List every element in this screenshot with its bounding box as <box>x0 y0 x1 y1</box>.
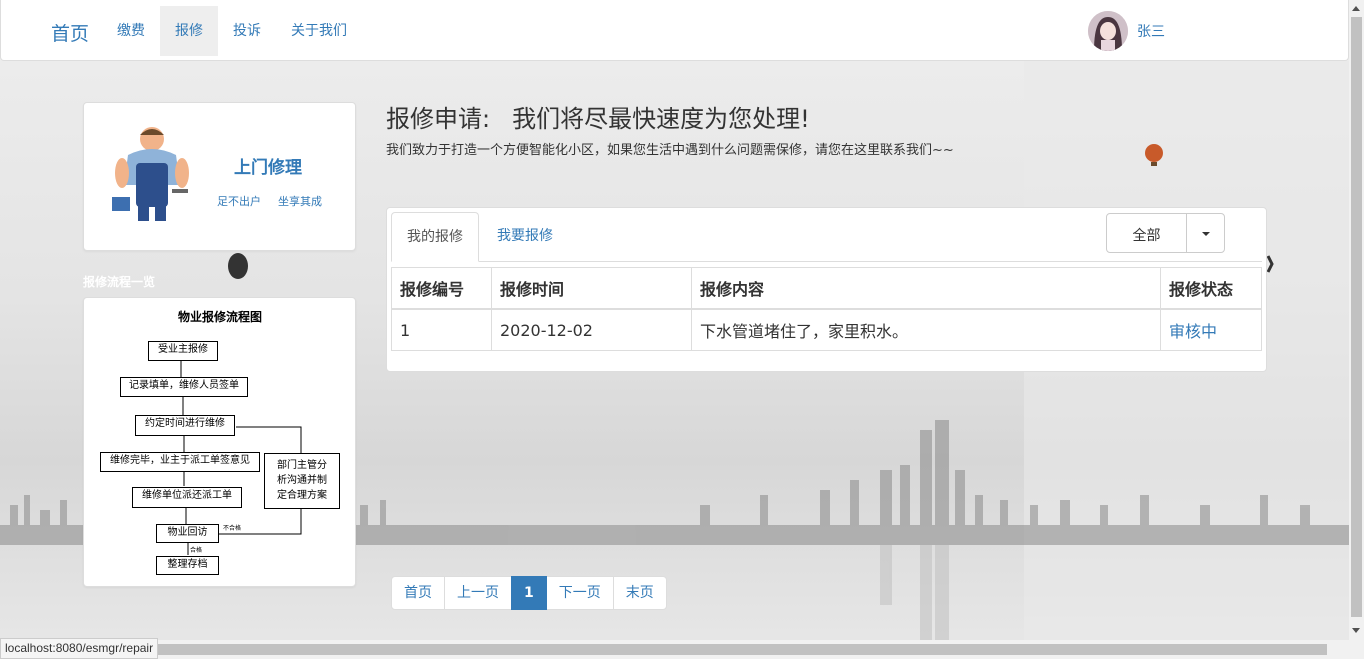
scroll-down-icon[interactable] <box>1352 628 1360 633</box>
flow-not-ok-label: 不合格 <box>223 525 242 532</box>
top-navbar: 首页 缴费 报修 投诉 关于我们 张三 <box>0 0 1349 61</box>
scrollbar-thumb[interactable] <box>17 644 1327 655</box>
page-next-button[interactable]: 下一页 <box>545 576 614 610</box>
flow-step: 维修完毕，业主于派工单签意见 <box>100 452 260 472</box>
flow-step: 约定时间进行维修 <box>135 415 235 436</box>
nav-item-complaint[interactable]: 投诉 <box>218 6 276 56</box>
column-header: 报修状态 <box>1160 267 1262 310</box>
column-header: 报修时间 <box>491 267 692 310</box>
horizontal-scrollbar[interactable] <box>0 640 1364 659</box>
flow-side-line: 析沟通并制 <box>277 475 327 486</box>
flow-step: 记录填单，维修人员签单 <box>120 377 248 397</box>
flow-section-label: 报修流程一览 <box>83 275 156 289</box>
flow-side-line: 部门主管分 <box>277 460 327 471</box>
scroll-up-icon[interactable] <box>1352 6 1360 11</box>
nav-item-payment[interactable]: 缴费 <box>102 6 160 56</box>
table-header-row: 报修编号 报修时间 报修内容 报修状态 <box>391 267 1262 310</box>
nav-item-repair[interactable]: 报修 <box>160 6 218 56</box>
service-tag: 足不出户 <box>217 195 261 208</box>
scrollbar-thumb[interactable] <box>1351 17 1362 617</box>
pagination: 首页 上一页 1 下一页 末页 <box>391 576 667 610</box>
page-title-main: 报修申请: <box>386 105 491 133</box>
repairman-illustration <box>112 127 189 221</box>
flow-step: 受业主报修 <box>148 341 218 361</box>
service-tag: 坐享其成 <box>278 195 322 208</box>
page-title-sub: 我们将尽最快速度为您处理! <box>512 105 810 133</box>
page-current-button[interactable]: 1 <box>511 576 547 610</box>
flow-step: 物业回访 <box>156 524 219 543</box>
repair-panel: 我的报修 我要报修 全部 报修编号 报修时间 报修内容 报修状态 1 2020-… <box>386 207 1267 372</box>
status-filter-dropdown[interactable]: 全部 <box>1106 213 1225 253</box>
nav-item-about[interactable]: 关于我们 <box>276 6 362 56</box>
nav-home-link[interactable]: 首页 <box>51 19 89 46</box>
filter-selected-label[interactable]: 全部 <box>1107 225 1186 245</box>
column-header: 报修内容 <box>691 267 1161 310</box>
vertical-scrollbar[interactable] <box>1349 0 1364 640</box>
flow-side-line: 定合理方案 <box>277 490 327 501</box>
status-bar-url: localhost:8080/esmgr/repair <box>0 638 159 659</box>
page-prev-button[interactable]: 上一页 <box>444 576 512 610</box>
table-row: 1 2020-12-02 下水管道堵住了，家里积水。 审核中 <box>391 308 1262 351</box>
service-title: 上门修理 <box>234 158 302 178</box>
page-title: 报修申请: 我们将尽最快速度为您处理! <box>386 99 810 134</box>
user-avatar[interactable] <box>1088 11 1128 51</box>
flow-step: 维修单位派还派工单 <box>132 487 242 508</box>
page-first-button[interactable]: 首页 <box>391 576 445 610</box>
service-card: 上门修理 足不出户 坐享其成 <box>83 102 356 251</box>
dropdown-separator <box>1186 214 1187 252</box>
repair-id-cell: 1 <box>391 308 492 351</box>
page-lead-text: 我们致力于打造一个方便智能化小区，如果您生活中遇到什么问题需保修，请您在这里联系… <box>386 143 954 158</box>
user-name-link[interactable]: 张三 <box>1137 21 1165 41</box>
repair-table: 报修编号 报修时间 报修内容 报修状态 1 2020-12-02 下水管道堵住了… <box>391 267 1262 351</box>
column-header: 报修编号 <box>391 267 492 310</box>
tab-new-repair[interactable]: 我要报修 <box>482 212 568 262</box>
page-last-button[interactable]: 末页 <box>612 576 667 610</box>
repair-status-link[interactable]: 审核中 <box>1160 308 1262 351</box>
repair-date-cell: 2020-12-02 <box>491 308 692 351</box>
flow-side-box: 部门主管分 析沟通并制 定合理方案 <box>264 453 340 509</box>
flow-chart-arrows <box>180 361 302 555</box>
caret-down-icon[interactable] <box>1202 232 1210 236</box>
repair-content-cell: 下水管道堵住了，家里积水。 <box>691 308 1161 351</box>
repair-flow-card: 物业报修流程图 受业主报修 记录填单，维修人员签单 约定时间进行维修 维修完毕，… <box>83 297 356 587</box>
flow-step: 整理存档 <box>156 556 219 575</box>
flow-ok-label: 合格 <box>190 547 203 554</box>
tab-my-repairs[interactable]: 我的报修 <box>391 212 479 262</box>
